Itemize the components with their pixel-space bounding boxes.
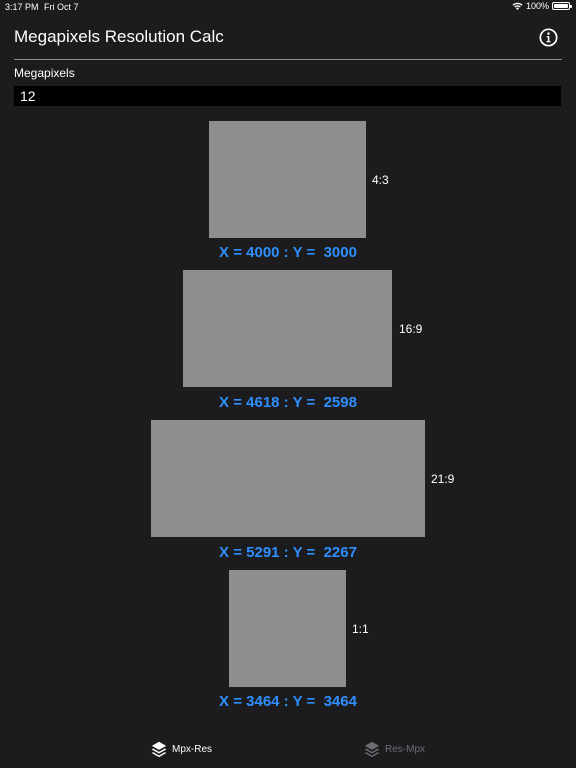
resolution-result-1-1: X = 3464 : Y = 3464 <box>219 693 357 710</box>
preview-rect-4-3 <box>209 121 366 238</box>
preview-rect-1-1 <box>229 570 346 687</box>
status-date: Fri Oct 7 <box>44 2 79 12</box>
layers-icon <box>364 741 380 758</box>
battery-percent: 100% <box>525 1 549 11</box>
status-right: 100% <box>512 1 572 11</box>
app-screen: 3:17 PM Fri Oct 7 100% Megapixels Resolu… <box>0 0 576 768</box>
resolution-result-16-9: X = 4618 : Y = 2598 <box>219 394 357 411</box>
tab-label: Res-Mpx <box>385 743 426 755</box>
layers-icon <box>151 741 167 758</box>
ratio-label-16-9: 16:9 <box>399 322 423 336</box>
status-time: 3:17 PM <box>5 2 39 12</box>
preview-rect-21-9 <box>151 420 425 537</box>
page-title: Megapixels Resolution Calc <box>14 27 224 46</box>
info-icon[interactable] <box>539 28 558 47</box>
wifi-icon <box>512 2 523 10</box>
ratio-label-4-3: 4:3 <box>372 173 389 187</box>
battery-icon <box>552 2 572 10</box>
resolution-result-21-9: X = 5291 : Y = 2267 <box>219 544 357 561</box>
tab-label: Mpx-Res <box>172 743 213 755</box>
preview-rect-16-9 <box>183 270 392 387</box>
tab-res-mpx[interactable]: Res-Mpx <box>363 740 425 758</box>
resolution-result-4-3: X = 4000 : Y = 3000 <box>219 244 357 261</box>
header-divider <box>14 59 562 60</box>
ratio-label-1-1: 1:1 <box>352 622 369 636</box>
ratio-label-21-9: 21:9 <box>431 472 455 486</box>
tab-mpx-res[interactable]: Mpx-Res <box>150 740 212 758</box>
status-bar: 3:17 PM Fri Oct 7 100% <box>0 0 576 14</box>
megapixels-label: Megapixels <box>14 66 75 80</box>
megapixels-input[interactable] <box>14 86 561 106</box>
